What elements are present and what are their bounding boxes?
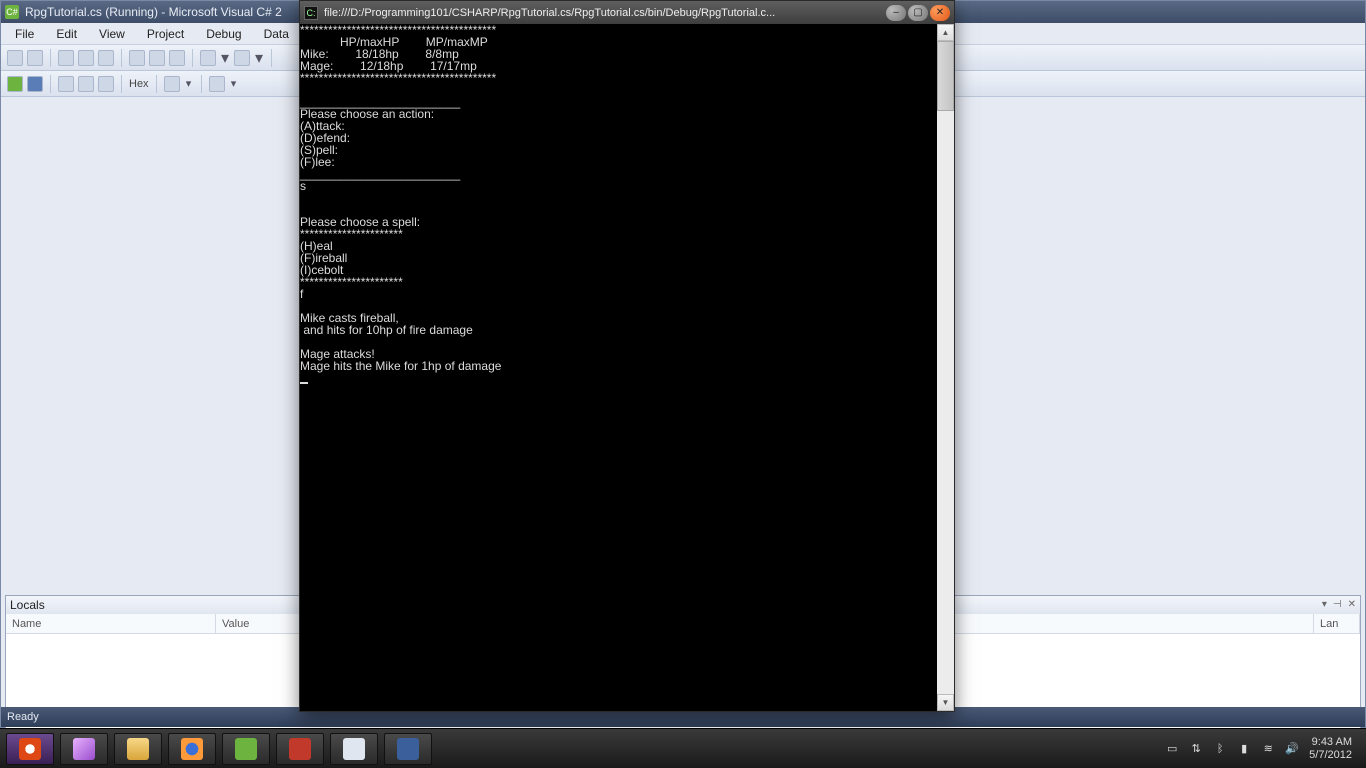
- console-window-controls: – ▢ ✕: [886, 5, 950, 21]
- scroll-down-icon[interactable]: ▼: [937, 694, 954, 711]
- volume-icon[interactable]: 🔊: [1285, 742, 1299, 756]
- separator-icon: [271, 49, 272, 67]
- dropdown-icon[interactable]: ▾: [220, 50, 230, 66]
- taskbar-app-media[interactable]: [384, 733, 432, 765]
- taskbar-app-pidgin[interactable]: [60, 733, 108, 765]
- tray-clock[interactable]: 9:43 AM 5/7/2012: [1309, 736, 1352, 762]
- cursor: [300, 382, 308, 384]
- undo-icon[interactable]: [200, 50, 216, 66]
- taskbar-app-firefox[interactable]: [168, 733, 216, 765]
- separator-icon: [201, 75, 202, 93]
- csharp-icon: [235, 738, 257, 760]
- console-window: C: file:///D:/Programming101/CSHARP/RpgT…: [299, 0, 955, 712]
- vs-app-icon: C#: [5, 5, 19, 19]
- taskbar-app-notes[interactable]: [330, 733, 378, 765]
- menu-debug[interactable]: Debug: [196, 25, 251, 43]
- menu-view[interactable]: View: [89, 25, 135, 43]
- wifi-icon[interactable]: ≋: [1261, 742, 1275, 756]
- new-project-icon[interactable]: [7, 50, 23, 66]
- tray-icon[interactable]: ▭: [1165, 742, 1179, 756]
- console-titlebar[interactable]: C: file:///D:/Programming101/CSHARP/RpgT…: [299, 0, 955, 24]
- clock-date: 5/7/2012: [1309, 749, 1352, 762]
- toolbar-icon[interactable]: [164, 76, 180, 92]
- dropdown-icon[interactable]: ▾: [1322, 596, 1327, 614]
- firefox-icon: [181, 738, 203, 760]
- close-button[interactable]: ✕: [930, 5, 950, 21]
- taskbar-app-files[interactable]: [114, 733, 162, 765]
- launcher-button[interactable]: [6, 733, 54, 765]
- scroll-up-icon[interactable]: ▲: [937, 24, 954, 41]
- continue-icon[interactable]: [7, 76, 23, 92]
- console-icon: C:: [304, 6, 318, 20]
- scroll-track[interactable]: [937, 111, 954, 694]
- media-icon: [397, 738, 419, 760]
- paste-icon[interactable]: [169, 50, 185, 66]
- console-body[interactable]: ****************************************…: [299, 24, 955, 712]
- menu-edit[interactable]: Edit: [46, 25, 87, 43]
- hex-label[interactable]: Hex: [129, 78, 149, 90]
- save-all-icon[interactable]: [98, 50, 114, 66]
- col-language[interactable]: Lan: [1314, 614, 1360, 633]
- menu-data[interactable]: Data: [254, 25, 299, 43]
- notes-icon: [343, 738, 365, 760]
- maximize-button[interactable]: ▢: [908, 5, 928, 21]
- locals-title-label: Locals: [10, 596, 45, 614]
- bluetooth-icon[interactable]: ᛒ: [1213, 742, 1227, 756]
- stop-icon[interactable]: [27, 76, 43, 92]
- console-scrollbar[interactable]: ▲ ▼: [937, 24, 954, 711]
- col-name[interactable]: Name: [6, 614, 216, 633]
- open-icon[interactable]: [58, 50, 74, 66]
- copy-icon[interactable]: [149, 50, 165, 66]
- minimize-button[interactable]: –: [886, 5, 906, 21]
- step-into-icon[interactable]: [78, 76, 94, 92]
- menu-project[interactable]: Project: [137, 25, 194, 43]
- clock-time: 9:43 AM: [1309, 736, 1352, 749]
- toolbar-icon[interactable]: [209, 76, 225, 92]
- separator-icon: [50, 49, 51, 67]
- network-icon[interactable]: ⇅: [1189, 742, 1203, 756]
- ubuntu-icon: [19, 738, 41, 760]
- folder-icon: [127, 738, 149, 760]
- scroll-thumb[interactable]: [937, 41, 954, 111]
- separator-icon: [121, 75, 122, 93]
- pdf-icon: [289, 738, 311, 760]
- taskbar-app-pdf[interactable]: [276, 733, 324, 765]
- menu-file[interactable]: File: [5, 25, 44, 43]
- close-icon[interactable]: ✕: [1348, 596, 1356, 614]
- step-out-icon[interactable]: [98, 76, 114, 92]
- redo-icon[interactable]: [234, 50, 250, 66]
- status-text: Ready: [7, 711, 39, 723]
- separator-icon: [121, 49, 122, 67]
- dropdown-icon[interactable]: ▾: [184, 76, 194, 92]
- separator-icon: [192, 49, 193, 67]
- pin-icon[interactable]: ⊣: [1333, 596, 1342, 614]
- battery-icon[interactable]: ▮: [1237, 742, 1251, 756]
- system-tray: ▭ ⇅ ᛒ ▮ ≋ 🔊 9:43 AM 5/7/2012: [1165, 736, 1360, 762]
- dropdown-icon[interactable]: ▾: [229, 76, 239, 92]
- dropdown-icon[interactable]: ▾: [254, 50, 264, 66]
- step-over-icon[interactable]: [58, 76, 74, 92]
- vs-title: RpgTutorial.cs (Running) - Microsoft Vis…: [25, 5, 282, 19]
- add-item-icon[interactable]: [27, 50, 43, 66]
- separator-icon: [50, 75, 51, 93]
- taskbar: ▭ ⇅ ᛒ ▮ ≋ 🔊 9:43 AM 5/7/2012: [0, 728, 1366, 768]
- separator-icon: [156, 75, 157, 93]
- save-icon[interactable]: [78, 50, 94, 66]
- console-title: file:///D:/Programming101/CSHARP/RpgTuto…: [324, 7, 880, 19]
- pidgin-icon: [73, 738, 95, 760]
- cut-icon[interactable]: [129, 50, 145, 66]
- taskbar-app-csharp[interactable]: [222, 733, 270, 765]
